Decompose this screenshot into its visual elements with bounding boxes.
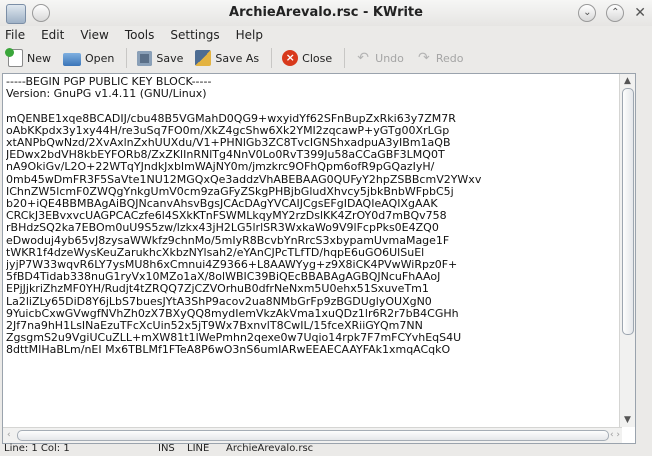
undo-label: Undo [375, 51, 404, 65]
undo-button[interactable]: ↶ Undo [351, 47, 410, 69]
editor-line[interactable]: Version: GnuPG v1.4.11 (GNU/Linux) [6, 87, 617, 100]
menu-tools[interactable]: Tools [125, 26, 155, 44]
file-name: ArchieArevalo.rsc [226, 443, 314, 454]
menu-file[interactable]: File [5, 26, 25, 44]
save-icon [137, 50, 153, 66]
selection-mode[interactable]: LINE [187, 443, 209, 454]
insert-mode[interactable]: INS [158, 443, 175, 454]
scroll-down-icon[interactable]: ▼ [620, 413, 635, 427]
toolbar-separator [344, 48, 346, 68]
open-button[interactable]: Open [59, 47, 120, 69]
title-bar[interactable]: ArchieArevalo.rsc - KWrite ⌄ ⌃ ✕ [0, 0, 652, 26]
save-as-icon [195, 50, 212, 66]
status-bar: Line: 1 Col: 1 INS LINE ArchieArevalo.rs… [0, 443, 652, 456]
save-as-button[interactable]: Save As [191, 47, 265, 69]
editor-line[interactable]: nA9OkiGv/L2O+22WTqYJndkJxbImWAjNY0m/jmzk… [6, 161, 617, 173]
undo-icon: ↶ [357, 50, 369, 66]
menu-view[interactable]: View [80, 26, 108, 44]
toolbar-separator [271, 48, 273, 68]
editor-line[interactable]: eDwoduj4yb65vJ8zysaWWkfz9chnMo/5mIyR8Bcv… [6, 234, 617, 247]
editor-line[interactable]: rBHdzSQ2ka7EBOm0uU9S5zw/lzkx43jH2LG5lrlS… [6, 222, 617, 234]
window-title: ArchieArevalo.rsc - KWrite [229, 5, 423, 20]
horizontal-scroll-thumb[interactable] [17, 430, 609, 441]
cursor-position: Line: 1 Col: 1 [4, 443, 70, 454]
save-label: Save [156, 51, 184, 65]
redo-icon: ↷ [418, 50, 430, 66]
kwrite-window: ArchieArevalo.rsc - KWrite ⌄ ⌃ ✕ File Ed… [0, 0, 652, 456]
toolbar: New Open Save Save As × Close ↶ Undo ↷ R… [0, 44, 652, 72]
redo-label: Redo [435, 51, 464, 65]
open-label: Open [85, 51, 115, 65]
menu-help[interactable]: Help [236, 26, 263, 44]
editor-line[interactable]: 0mb45wDmFR3F5SaVte1NU12MGQxQe3addzVhABEB… [6, 173, 617, 186]
close-document-button[interactable]: × Close [278, 47, 338, 69]
scroll-left-icon[interactable]: ‹ [7, 428, 11, 443]
text-editor[interactable]: -----BEGIN PGP PUBLIC KEY BLOCK----- Vers… [2, 73, 636, 444]
editor-line[interactable]: EPjJjkriZhzMF0YH/Rudjt4tZRQQ7ZjCZVOrhuB0… [6, 283, 617, 295]
save-as-label: Save As [215, 51, 260, 65]
minimize-button[interactable]: ⌄ [578, 4, 597, 22]
scroll-right-icon[interactable]: ‹ › [610, 428, 620, 443]
window-controls: ⌄ ⌃ ✕ [578, 4, 646, 22]
toolbar-separator [126, 48, 128, 68]
new-label: New [27, 51, 51, 65]
folder-icon [63, 53, 81, 66]
editor-line[interactable]: mQENBE1xqe8BCADIJ/cbu48B5VGMahD0QG9+wxyi… [6, 112, 617, 125]
editor-line[interactable]: 8dttMIHaBLm/nEI Mx6TBLMf1FTeA8P6wO3nS6um… [6, 344, 617, 356]
new-document-icon [5, 48, 23, 67]
close-icon: × [282, 50, 299, 66]
save-button[interactable]: Save [133, 47, 189, 69]
menu-settings[interactable]: Settings [170, 26, 219, 44]
close-window-button[interactable]: ✕ [634, 4, 646, 22]
scroll-up-icon[interactable]: ▲ [620, 74, 635, 88]
horizontal-scrollbar[interactable]: ‹ ‹ › [3, 427, 622, 443]
close-label: Close [302, 51, 333, 65]
menu-edit[interactable]: Edit [41, 26, 64, 44]
menu-bar: File Edit View Tools Settings Help [0, 26, 652, 44]
vertical-scrollbar[interactable]: ▲ ▼ [619, 74, 635, 427]
editor-text-area[interactable]: -----BEGIN PGP PUBLIC KEY BLOCK----- Vers… [6, 76, 617, 427]
new-button[interactable]: New [4, 47, 57, 69]
vertical-scroll-thumb[interactable] [622, 88, 634, 335]
editor-line[interactable] [6, 100, 617, 112]
maximize-button[interactable]: ⌃ [606, 4, 625, 22]
redo-button[interactable]: ↷ Redo [412, 47, 470, 69]
